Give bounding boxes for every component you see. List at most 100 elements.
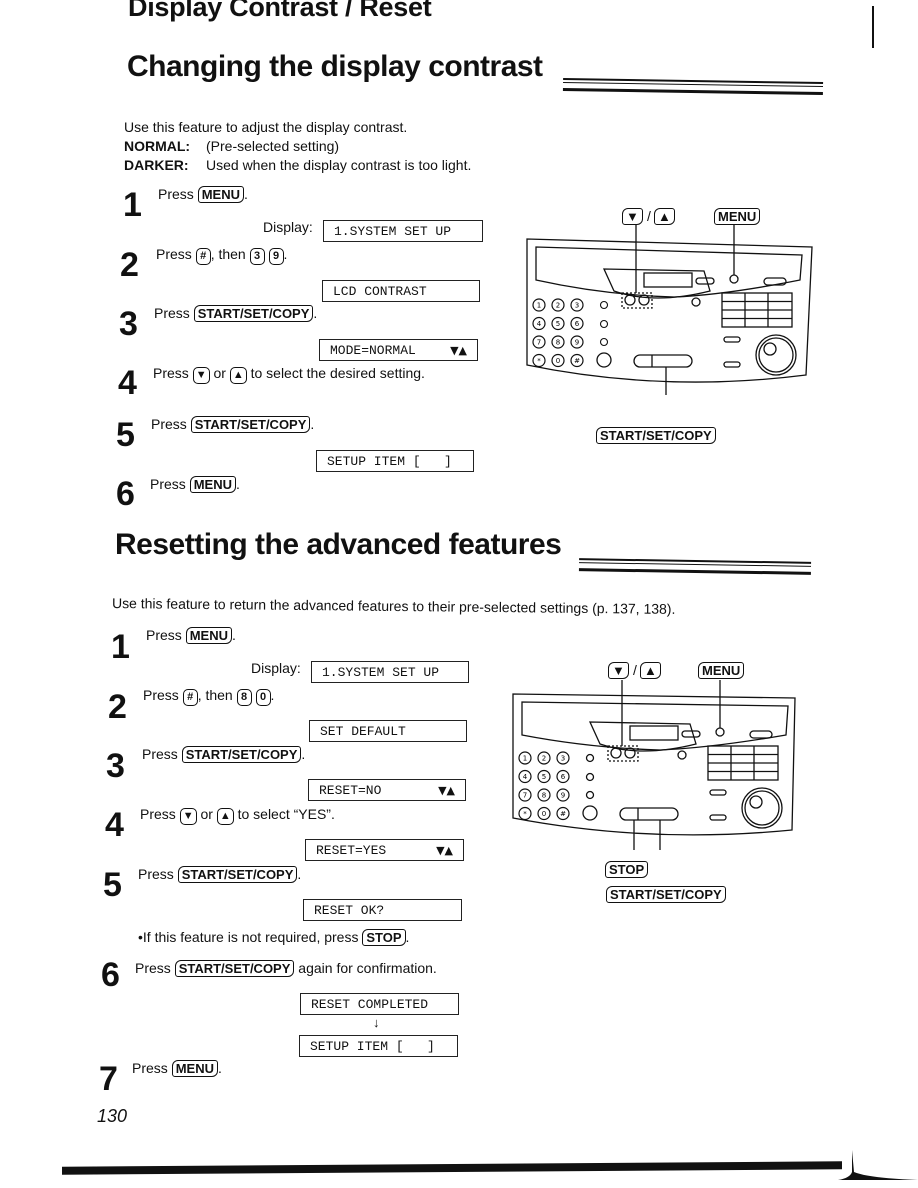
- margin-mark: [872, 6, 874, 48]
- step-number: 7: [99, 1060, 118, 1098]
- lcd-display: RESET OK?: [303, 899, 462, 921]
- step-7-text: Press MENU.: [132, 1060, 222, 1077]
- step-5-text: Press START/SET/COPY.: [138, 866, 302, 883]
- step-number: 2: [120, 246, 139, 284]
- title-rule: [562, 77, 824, 96]
- keypad-key-label: 9: [561, 792, 565, 800]
- down-arrow-key-icon: ▼: [192, 367, 210, 384]
- step-6-text: Press MENU.: [150, 476, 240, 493]
- step-number: 2: [108, 688, 127, 726]
- stop-key: STOP: [362, 929, 406, 946]
- keypad-key-label: 3: [575, 302, 579, 310]
- page-number: 130: [97, 1106, 128, 1126]
- keypad-key-label: 0: [556, 357, 560, 365]
- start-set-copy-key: START/SET/COPY: [193, 305, 314, 322]
- keypad: 1 2 3 4 5 6 7 8 9 * 0 #: [518, 751, 570, 821]
- step-number: 5: [116, 416, 135, 454]
- lcd-display: MODE=NORMAL ▼▲: [319, 339, 478, 361]
- step-1-text: Press MENU.: [146, 627, 236, 644]
- lcd-display: SETUP ITEM [ ]: [316, 450, 474, 472]
- step-number: 1: [123, 186, 142, 224]
- lcd-display: RESET=YES ▼▲: [305, 839, 464, 861]
- updown-arrows-icon: ▼▲: [436, 844, 453, 857]
- slash: /: [647, 208, 651, 224]
- lcd-display: RESET=NO ▼▲: [308, 779, 466, 801]
- keypad-key-label: 7: [523, 792, 527, 800]
- step-1-text: Press MENU.: [158, 186, 248, 203]
- display-bay: [535, 246, 803, 298]
- start-stop-button: [633, 354, 693, 368]
- menu-callout: MENU: [714, 208, 761, 225]
- keypad-key-label: 5: [556, 320, 560, 328]
- lcd-display: RESET COMPLETED: [300, 993, 459, 1015]
- start-set-copy-key: START/SET/COPY: [181, 746, 302, 763]
- menu-button: [729, 274, 739, 284]
- one-touch-grid: [721, 292, 793, 328]
- keypad-key-label: *: [537, 357, 541, 365]
- digit-key: 8: [236, 689, 252, 706]
- keypad-key-label: 4: [537, 320, 542, 328]
- keypad: 1 2 3 4 5 6 7 8 9 * 0 #: [532, 298, 584, 368]
- fax-panel-svg: 1 2 3 4 5 6 7 8 9 * 0 #: [512, 680, 796, 850]
- menu-callout: MENU: [698, 662, 745, 679]
- keypad-key-label: 6: [575, 320, 580, 328]
- oblong-button: [695, 277, 715, 285]
- updown-arrows-icon: ▼▲: [450, 344, 467, 357]
- option-darker: DARKER: Used when the display contrast is…: [124, 157, 472, 173]
- navigator-dial: [755, 334, 797, 376]
- lcd-display: SET DEFAULT: [309, 720, 467, 742]
- step-number: 3: [106, 747, 125, 785]
- step-number: 1: [111, 628, 130, 666]
- up-arrow-key-icon: ▲: [216, 808, 234, 825]
- display-label: Display:: [251, 660, 301, 676]
- up-key-callout: ▲: [640, 662, 661, 679]
- keypad-key-label: #: [574, 357, 580, 365]
- keypad-key-label: 0: [542, 810, 546, 818]
- oblong-button: [723, 336, 741, 343]
- step-2-text: Press #, then 3 9.: [156, 246, 287, 265]
- fax-panel-diagram: ▼ / ▲ MENU: [524, 205, 814, 445]
- step-number: 4: [105, 806, 124, 844]
- keypad-key-label: 1: [537, 302, 541, 310]
- note-stop: •If this feature is not required, press …: [138, 929, 410, 946]
- digit-key: 0: [255, 689, 271, 706]
- option-normal: NORMAL: (Pre-selected setting): [124, 138, 340, 154]
- step-6-text: Press START/SET/COPY again for confirmat…: [135, 960, 437, 977]
- up-arrow-key-icon: ▲: [229, 367, 247, 384]
- menu-key: MENU: [197, 186, 244, 203]
- lcd-window: [643, 272, 693, 288]
- step-number: 4: [118, 364, 137, 402]
- step-3-text: Press START/SET/COPY.: [142, 746, 306, 763]
- up-button: [638, 294, 650, 306]
- keypad-key-label: 1: [523, 755, 527, 763]
- down-arrow-key-icon: ▼: [179, 808, 197, 825]
- menu-key: MENU: [189, 476, 236, 493]
- section1-intro: Use this feature to adjust the display c…: [124, 118, 471, 175]
- keypad-key-label: *: [523, 810, 527, 818]
- step-3-text: Press START/SET/COPY.: [154, 305, 318, 322]
- keypad-key-label: 2: [556, 302, 560, 310]
- lcd-display: LCD CONTRAST: [322, 280, 480, 302]
- keypad-key-label: 9: [575, 339, 579, 347]
- page-header-title: Display Contrast / Reset: [128, 0, 432, 22]
- step-4-text: Press ▼ or ▲ to select the desired setti…: [153, 365, 425, 384]
- keypad-key-label: 4: [523, 773, 528, 781]
- step-number: 6: [101, 956, 120, 994]
- hash-key: #: [195, 248, 211, 265]
- section-title-display-contrast: Changing the display contrast: [127, 50, 543, 83]
- step-number: 3: [119, 305, 138, 343]
- menu-key: MENU: [171, 1060, 218, 1077]
- step-number: 5: [103, 866, 122, 904]
- keypad-key-label: #: [560, 810, 566, 818]
- section2-intro: Use this feature to return the advanced …: [111, 595, 676, 617]
- step-5-text: Press START/SET/COPY.: [151, 416, 315, 433]
- start-set-copy-callout: START/SET/COPY: [606, 886, 726, 903]
- keypad-key-label: 8: [542, 792, 546, 800]
- digit-key: 3: [249, 248, 265, 265]
- step-4-text: Press ▼ or ▲ to select “YES”.: [140, 806, 335, 825]
- flow-arrow-icon: ↓: [373, 1015, 380, 1030]
- title-rule: [578, 558, 812, 575]
- start-set-copy-callout: START/SET/COPY: [596, 427, 716, 444]
- lcd-display: 1.SYSTEM SET UP: [323, 220, 483, 242]
- start-set-copy-key: START/SET/COPY: [190, 416, 311, 433]
